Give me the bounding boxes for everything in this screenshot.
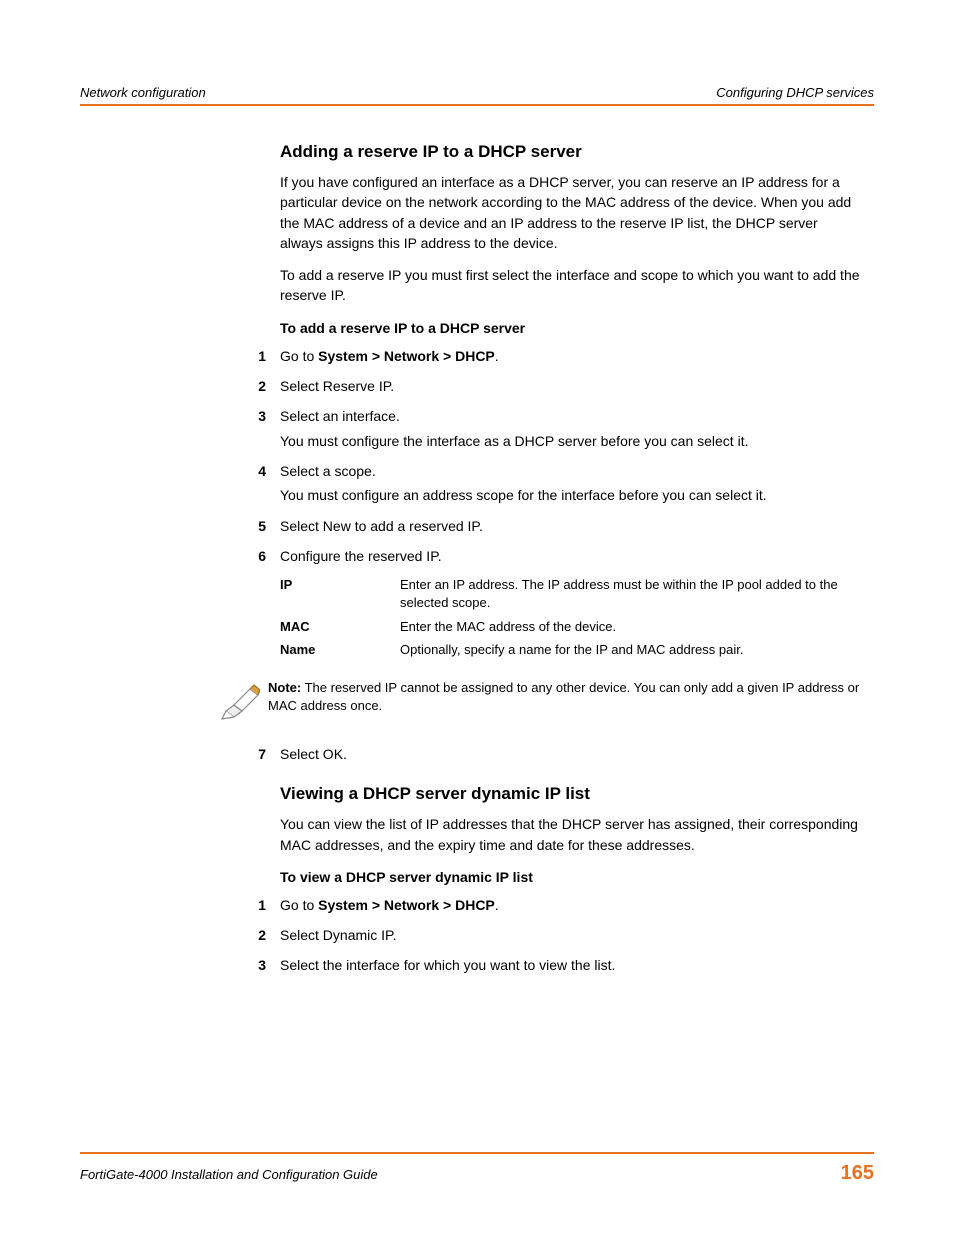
step-text: Select OK. xyxy=(280,744,864,764)
header-rule xyxy=(80,104,874,106)
step-row: 3 Select an interface. You must configur… xyxy=(280,406,864,451)
definition-term: Name xyxy=(280,641,400,659)
section1-para1: If you have configured an interface as a… xyxy=(280,172,864,253)
step-text: Select the interface for which you want … xyxy=(280,955,864,975)
section1-para2: To add a reserve IP you must first selec… xyxy=(280,265,864,306)
definition-row: Name Optionally, specify a name for the … xyxy=(280,641,864,659)
note-icon xyxy=(220,679,268,724)
definition-term: IP xyxy=(280,576,400,612)
footer-title: FortiGate-4000 Installation and Configur… xyxy=(80,1167,378,1182)
page-number: 165 xyxy=(841,1162,874,1185)
step-text-pre: Go to xyxy=(280,897,318,913)
definition-desc: Enter an IP address. The IP address must… xyxy=(400,576,864,612)
step-number: 6 xyxy=(224,546,280,566)
step-number: 7 xyxy=(224,744,280,764)
step-text: Select an interface. xyxy=(280,406,864,426)
step-row: 6 Configure the reserved IP. xyxy=(280,546,864,566)
step-text-post: . xyxy=(495,348,499,364)
step-bold-path: System > Network > DHCP xyxy=(318,348,495,364)
step-number: 3 xyxy=(224,406,280,451)
step-subtext: You must configure an address scope for … xyxy=(280,485,864,505)
step-text: Select a scope. xyxy=(280,461,864,481)
section1-subhead: To add a reserve IP to a DHCP server xyxy=(280,320,864,336)
step-bold-path: System > Network > DHCP xyxy=(318,897,495,913)
step-body: Go to System > Network > DHCP. xyxy=(280,895,864,915)
running-header: Network configuration Configuring DHCP s… xyxy=(80,85,874,104)
step-body: Select a scope. You must configure an ad… xyxy=(280,461,864,506)
section2-para1: You can view the list of IP addresses th… xyxy=(280,814,864,855)
step-number: 3 xyxy=(224,955,280,975)
footer-row: FortiGate-4000 Installation and Configur… xyxy=(80,1162,874,1185)
step-row: 5 Select New to add a reserved IP. xyxy=(280,516,864,536)
section2-subhead: To view a DHCP server dynamic IP list xyxy=(280,869,864,885)
section2-title: Viewing a DHCP server dynamic IP list xyxy=(280,784,864,804)
section1-title: Adding a reserve IP to a DHCP server xyxy=(280,142,864,162)
definition-list: IP Enter an IP address. The IP address m… xyxy=(280,576,864,659)
step-row: 1 Go to System > Network > DHCP. xyxy=(280,346,864,366)
step-number: 5 xyxy=(224,516,280,536)
header-right: Configuring DHCP services xyxy=(716,85,874,100)
definition-desc: Optionally, specify a name for the IP an… xyxy=(400,641,864,659)
step-text: Select Dynamic IP. xyxy=(280,925,864,945)
step-number: 2 xyxy=(224,925,280,945)
header-left: Network configuration xyxy=(80,85,206,100)
page: Network configuration Configuring DHCP s… xyxy=(0,0,954,1235)
step-text: Configure the reserved IP. xyxy=(280,546,864,566)
step-row: 2 Select Dynamic IP. xyxy=(280,925,864,945)
step-row: 1 Go to System > Network > DHCP. xyxy=(280,895,864,915)
step-body: Select an interface. You must configure … xyxy=(280,406,864,451)
footer: FortiGate-4000 Installation and Configur… xyxy=(80,1152,874,1185)
step-row: 4 Select a scope. You must configure an … xyxy=(280,461,864,506)
main-content: Adding a reserve IP to a DHCP server If … xyxy=(280,142,864,976)
note-label: Note: xyxy=(268,680,301,695)
step-body: Go to System > Network > DHCP. xyxy=(280,346,864,366)
step-text-pre: Go to xyxy=(280,348,318,364)
step-row: 7 Select OK. xyxy=(280,744,864,764)
definition-desc: Enter the MAC address of the device. xyxy=(400,618,864,636)
definition-row: IP Enter an IP address. The IP address m… xyxy=(280,576,864,612)
definition-row: MAC Enter the MAC address of the device. xyxy=(280,618,864,636)
definition-term: MAC xyxy=(280,618,400,636)
note-text: Note: The reserved IP cannot be assigned… xyxy=(268,679,864,715)
step-row: 3 Select the interface for which you wan… xyxy=(280,955,864,975)
footer-rule xyxy=(80,1152,874,1154)
note-block: Note: The reserved IP cannot be assigned… xyxy=(220,679,864,724)
step-subtext: You must configure the interface as a DH… xyxy=(280,431,864,451)
step-text: Select Reserve IP. xyxy=(280,376,864,396)
step-number: 1 xyxy=(224,346,280,366)
step-text-post: . xyxy=(495,897,499,913)
step-text: Select New to add a reserved IP. xyxy=(280,516,864,536)
step-number: 2 xyxy=(224,376,280,396)
step-number: 4 xyxy=(224,461,280,506)
note-body: The reserved IP cannot be assigned to an… xyxy=(268,680,859,713)
step-number: 1 xyxy=(224,895,280,915)
step-row: 2 Select Reserve IP. xyxy=(280,376,864,396)
